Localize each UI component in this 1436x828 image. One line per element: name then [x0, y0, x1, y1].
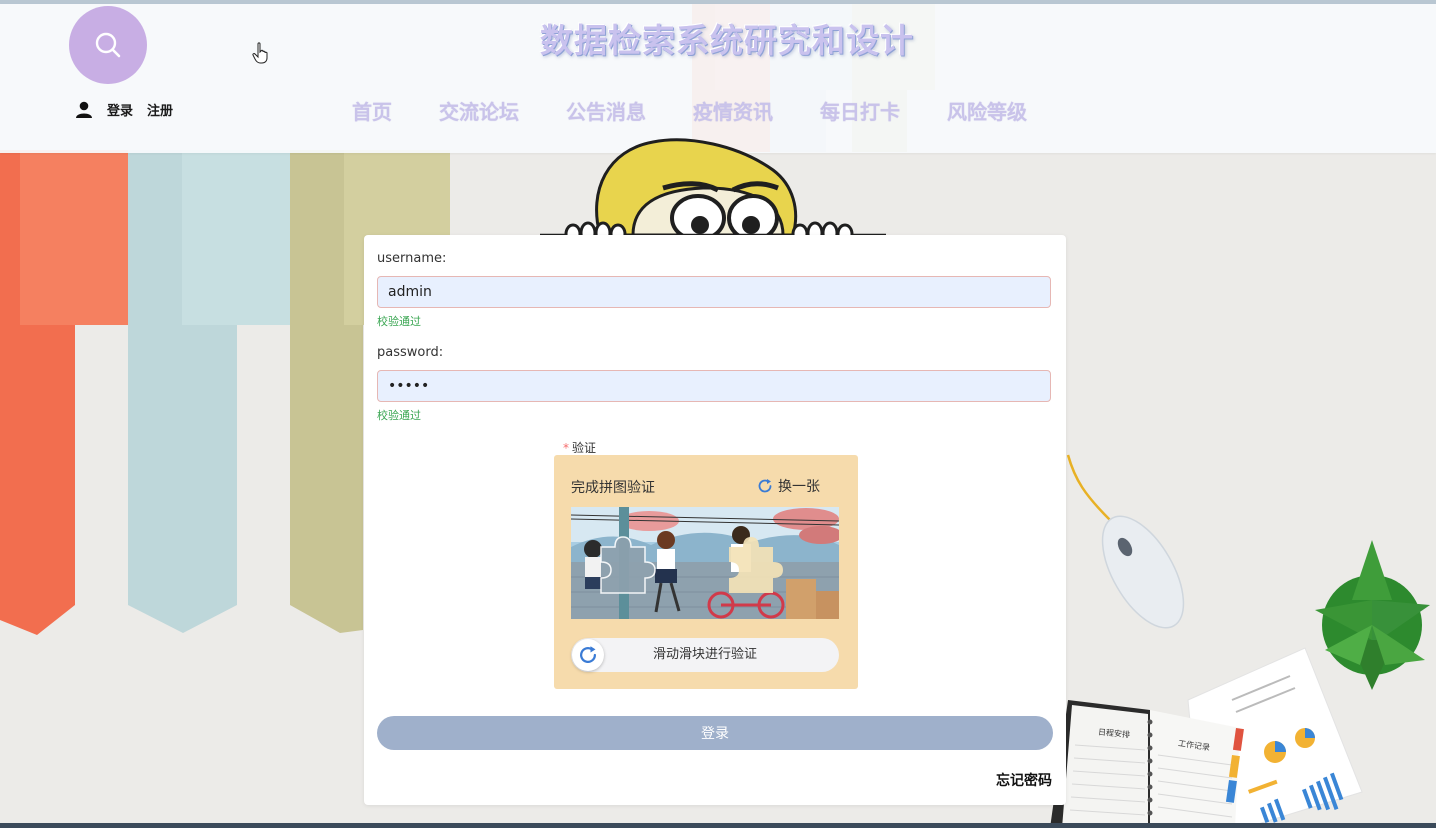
hand-cursor-icon	[252, 42, 268, 64]
nav-item-notices[interactable]: 公告消息	[566, 96, 646, 125]
nav-item-daily-checkin[interactable]: 每日打卡	[820, 96, 900, 125]
slider-track: 滑动滑块进行验证	[571, 638, 839, 672]
captcha-refresh-button[interactable]: 换一张	[757, 476, 820, 496]
forgot-password-link[interactable]: 忘记密码	[996, 770, 1052, 790]
captcha-label: * 验证	[563, 439, 596, 456]
bottom-edge	[0, 823, 1436, 828]
nav-item-home[interactable]: 首页	[352, 96, 392, 125]
peeking-mascot	[540, 138, 886, 245]
login-link[interactable]: 登录	[107, 100, 133, 119]
captcha-title: 完成拼图验证	[571, 480, 655, 496]
username-input[interactable]	[377, 276, 1051, 308]
login-card: username: 校验通过 password: 校验通过 *验证 完成拼图验证…	[364, 235, 1066, 805]
auth-links: 登录 注册	[75, 100, 187, 119]
username-valid-message: 校验通过	[377, 315, 421, 328]
nav-item-forum[interactable]: 交流论坛	[439, 96, 519, 125]
username-label: username:	[377, 251, 447, 266]
password-input[interactable]	[377, 370, 1051, 402]
site-title: 数据检索系统研究和设计	[540, 21, 914, 60]
captcha-panel: 完成拼图验证 换一张 滑动滑块进行验证	[554, 455, 858, 689]
captcha-refresh-label: 换一张	[778, 479, 820, 495]
nav-item-epidemic-news[interactable]: 疫情资讯	[693, 96, 773, 125]
refresh-icon	[580, 646, 596, 664]
search-icon	[95, 32, 121, 58]
slider-handle[interactable]	[572, 639, 604, 671]
puzzle-image	[571, 507, 839, 619]
required-mark: *	[563, 441, 569, 455]
password-label: password:	[377, 345, 444, 360]
captcha-label-text: 验证	[572, 441, 597, 455]
slider-hint: 滑动滑块进行验证	[652, 647, 757, 662]
search-button[interactable]	[69, 6, 147, 84]
main-nav: 首页 交流论坛 公告消息 疫情资讯 每日打卡 风险等级	[352, 96, 1074, 125]
login-submit-button[interactable]: 登录	[377, 716, 1053, 750]
nav-item-risk-level[interactable]: 风险等级	[947, 96, 1027, 125]
refresh-icon	[758, 479, 772, 493]
password-valid-message: 校验通过	[377, 409, 421, 422]
register-link[interactable]: 注册	[147, 100, 173, 119]
user-icon	[76, 101, 92, 118]
